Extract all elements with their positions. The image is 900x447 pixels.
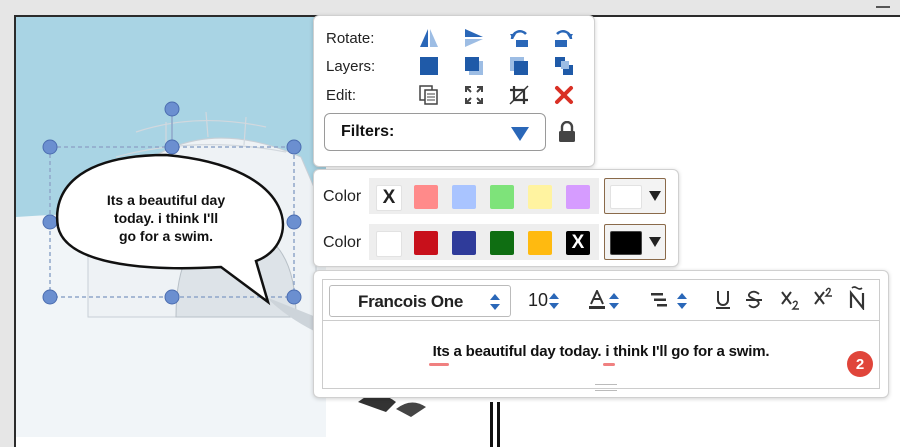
align-stepper-icon[interactable]: [677, 293, 687, 309]
layers-label: Layers:: [326, 58, 376, 75]
rotate-handle[interactable]: [164, 101, 180, 117]
outline-color-picker[interactable]: [604, 224, 666, 260]
font-select[interactable]: Francois One: [329, 285, 511, 317]
colors-menu: Color X Color X: [313, 169, 679, 267]
panel-divider-right: [497, 402, 500, 447]
text-toolbar: Francois One 10: [322, 279, 880, 321]
svg-text:go for a swim.: go for a swim.: [119, 228, 213, 244]
swatch-light-blue[interactable]: [452, 185, 476, 209]
chevron-down-icon: [649, 191, 661, 201]
text-color-stepper-icon[interactable]: [609, 293, 619, 309]
flip-vertical-icon[interactable]: [462, 26, 486, 50]
chevron-down-icon: [511, 127, 529, 141]
handle-middle-right[interactable]: [286, 214, 302, 230]
special-characters-icon[interactable]: [849, 286, 865, 310]
swatch-light-purple[interactable]: [566, 185, 590, 209]
color-row-1-label: Color: [323, 188, 362, 205]
outline-color-preview: [610, 231, 642, 255]
strikethrough-icon[interactable]: [746, 290, 762, 310]
spellcheck-underline-1: [429, 363, 449, 366]
svg-text:Its a beautiful day: Its a beautiful day: [107, 192, 225, 208]
swatch-navy[interactable]: [452, 231, 476, 255]
canvas-corner-handle: [876, 6, 890, 8]
rotate-left-icon[interactable]: [507, 26, 531, 50]
send-to-back-icon[interactable]: [552, 54, 576, 78]
send-backward-icon[interactable]: [507, 54, 531, 78]
font-size-stepper-icon[interactable]: [549, 293, 559, 309]
svg-text:today. i think I'll: today. i think I'll: [114, 210, 218, 226]
swatch-white[interactable]: [376, 231, 402, 257]
swatch-light-green[interactable]: [490, 185, 514, 209]
handle-bottom-left[interactable]: [42, 289, 58, 305]
selected-x-icon: X: [571, 232, 585, 253]
transparent-x-icon: X: [382, 187, 396, 208]
bring-forward-icon[interactable]: [462, 54, 486, 78]
underline-icon[interactable]: [715, 290, 731, 310]
panel-divider-left: [490, 402, 493, 447]
swatch-red[interactable]: [414, 231, 438, 255]
resize-icon[interactable]: [462, 83, 486, 107]
actions-menu: Rotate: Layers: Edit: Filters:: [313, 15, 595, 167]
fill-color-preview: [610, 185, 642, 209]
chevron-down-icon: [649, 237, 661, 247]
crop-icon[interactable]: [507, 83, 531, 107]
copy-icon[interactable]: [417, 83, 441, 107]
rotate-right-icon[interactable]: [552, 26, 576, 50]
speech-bubble-text: Its a beautiful day today. i think I'll …: [107, 192, 225, 244]
handle-top-center[interactable]: [164, 139, 180, 155]
font-size-value[interactable]: 10: [528, 290, 548, 311]
swatch-green[interactable]: [490, 231, 514, 255]
swatch-orange[interactable]: [528, 231, 552, 255]
swatch-pink[interactable]: [414, 185, 438, 209]
color-row-2-swatches: X: [369, 224, 599, 260]
text-input-content[interactable]: Its a beautiful day today. i think I'll …: [323, 343, 879, 360]
handle-top-right[interactable]: [286, 139, 302, 155]
flip-horizontal-icon[interactable]: [417, 26, 441, 50]
color-row-1-swatches: X: [369, 178, 599, 214]
filters-dropdown[interactable]: Filters:: [324, 113, 546, 151]
text-input-area[interactable]: Its a beautiful day today. i think I'll …: [322, 321, 880, 391]
fill-color-picker[interactable]: [604, 178, 666, 214]
swatch-transparent[interactable]: X: [376, 185, 402, 211]
handle-bottom-center[interactable]: [164, 289, 180, 305]
align-icon[interactable]: [651, 293, 667, 307]
updown-icon: [490, 294, 500, 310]
bring-to-front-icon[interactable]: [417, 54, 441, 78]
color-row-2-label: Color: [323, 234, 362, 251]
swatch-light-yellow[interactable]: [528, 185, 552, 209]
handle-top-left[interactable]: [42, 139, 58, 155]
text-editor: Francois One 10 Its a beautiful day toda…: [313, 270, 889, 398]
lock-icon[interactable]: [557, 121, 577, 143]
swatch-black[interactable]: X: [566, 231, 590, 255]
resize-grip[interactable]: [595, 384, 617, 391]
subscript-icon[interactable]: [781, 290, 801, 310]
spellcheck-underline-2: [603, 363, 615, 366]
edit-label: Edit:: [326, 87, 357, 104]
filters-label: Filters:: [341, 123, 395, 140]
text-color-icon[interactable]: [588, 290, 606, 310]
handle-bottom-right[interactable]: [286, 289, 302, 305]
rotate-label: Rotate:: [326, 30, 375, 47]
superscript-icon[interactable]: [814, 286, 834, 306]
notification-badge[interactable]: 2: [847, 351, 873, 377]
delete-icon[interactable]: [552, 83, 576, 107]
font-name: Francois One: [358, 292, 464, 311]
handle-middle-left[interactable]: [42, 214, 58, 230]
